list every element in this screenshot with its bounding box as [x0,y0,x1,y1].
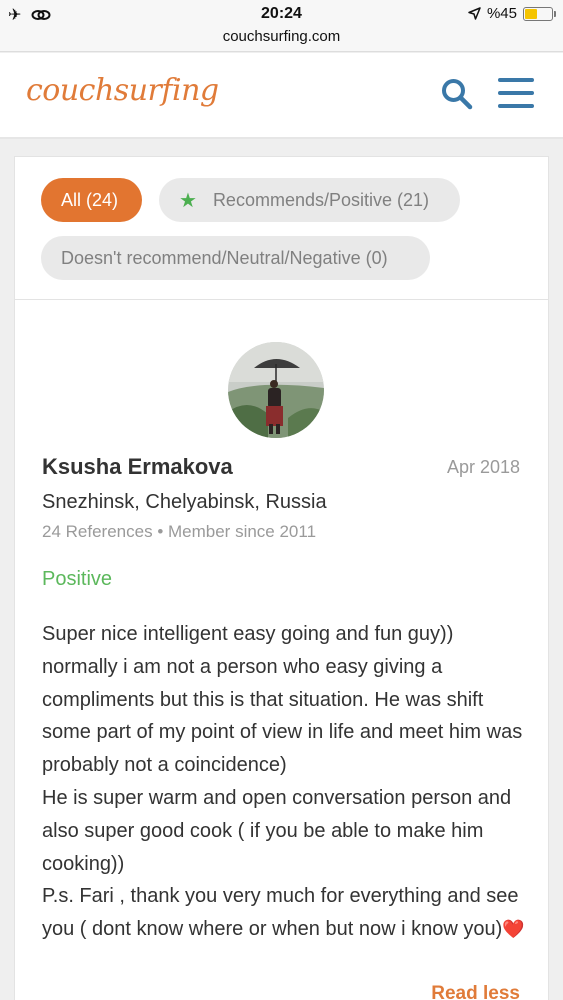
avatar-photo [228,342,324,438]
filter-all-button[interactable]: All (24) [41,178,142,222]
reviewer-references: 24 References [42,522,153,541]
review-paragraph: P.s. Fari , thank you very much for ever… [42,880,532,946]
star-icon: ★ [179,189,197,212]
separator-dot: • [157,522,168,541]
reference-card: Ksusha Ermakova Apr 2018 Snezhinsk, Chel… [14,300,549,1000]
address-bar-url[interactable]: couchsurfing.com [0,28,563,45]
reviewer-location: Snezhinsk, Chelyabinsk, Russia [42,491,327,513]
heart-icon: ❤️ [502,919,525,940]
avatar[interactable] [228,342,324,438]
reviewer-meta: 24 References • Member since 2011 [42,522,316,542]
search-icon[interactable] [440,77,474,111]
menu-bar [498,78,534,82]
filter-recommends-button[interactable]: ★ Recommends/Positive (21) [159,178,460,222]
review-paragraph: He is super warm and open conversation p… [42,786,512,875]
review-paragraph-text: P.s. Fari , thank you very much for ever… [42,885,519,941]
couchsurfing-logo[interactable]: couchsurfing [26,73,219,108]
review-type: Positive [42,568,113,590]
filter-not-recommend-button[interactable]: Doesn't recommend/Neutral/Negative (0) [41,236,430,280]
reference-filters: All (24) ★ Recommends/Positive (21) Does… [14,156,549,300]
reviewer-member-since: Member since 2011 [168,522,317,541]
filter-recommends-label: Recommends/Positive (21) [212,189,430,210]
status-right: %45 [468,5,556,22]
battery-icon [523,6,556,21]
filter-not-recommend-label: Doesn't recommend/Neutral/Negative (0) [61,247,388,268]
status-bar: ✈ 20:24 couchsurfing.com %45 [0,0,563,52]
location-arrow-icon [468,7,481,20]
battery-level [525,8,537,19]
hamburger-menu-icon[interactable] [498,78,534,108]
review-paragraph: Super nice intelligent easy going and fu… [42,623,523,777]
menu-bar [498,104,534,108]
battery-percent: %45 [486,5,517,22]
filter-all-label: All (24) [61,189,119,210]
reviewer-name[interactable]: Ksusha Ermakova [42,454,233,480]
read-less-link[interactable]: Read less [431,983,520,1000]
menu-bar [498,91,534,95]
review-text: Super nice intelligent easy going and fu… [42,618,532,946]
review-date: Apr 2018 [446,457,520,477]
app-header: couchsurfing [0,53,563,139]
